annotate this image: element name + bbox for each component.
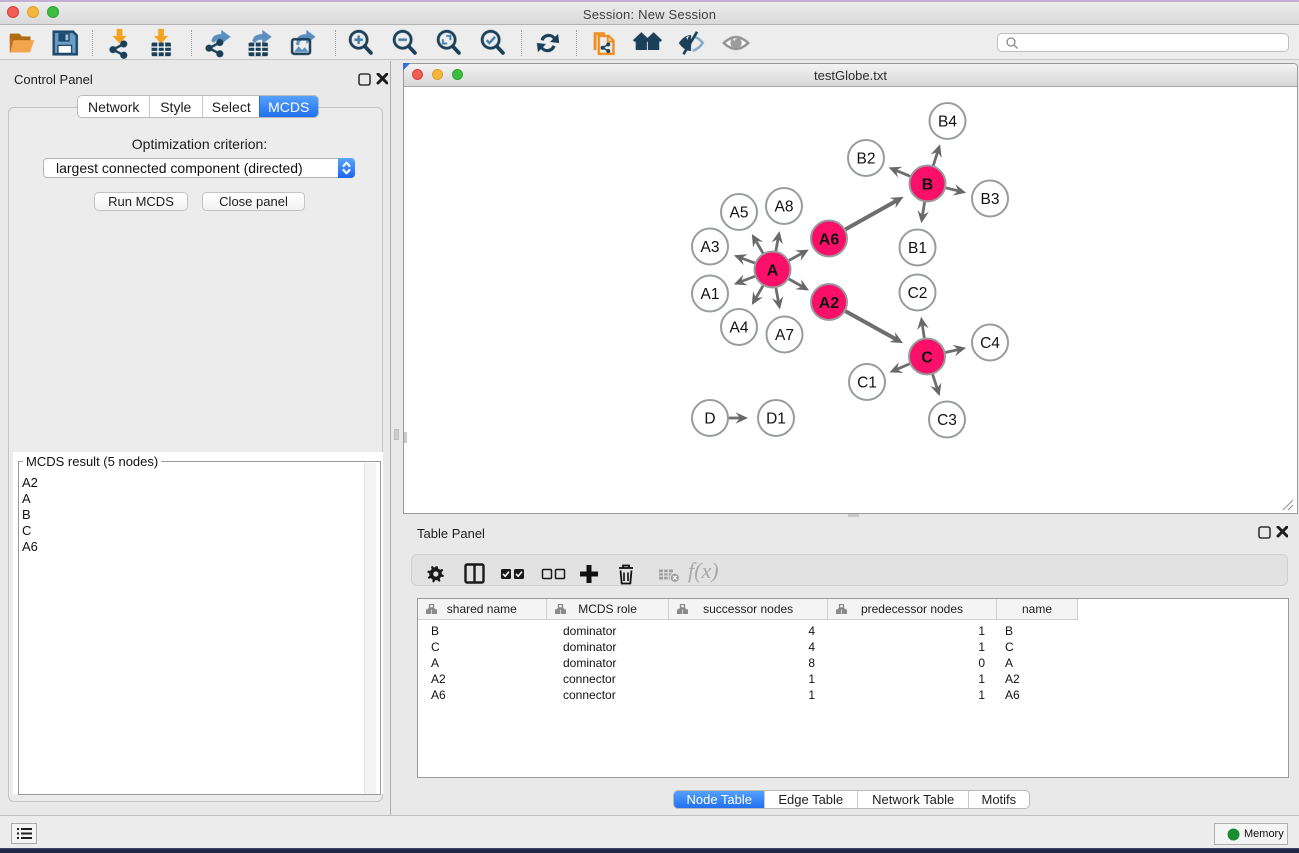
svg-text:D1: D1 xyxy=(766,411,786,428)
svg-text:B4: B4 xyxy=(938,114,957,131)
svg-text:C: C xyxy=(921,349,933,366)
svg-text:A2: A2 xyxy=(819,295,840,312)
svg-text:A8: A8 xyxy=(775,199,794,216)
svg-text:C4: C4 xyxy=(980,335,1000,352)
svg-text:A: A xyxy=(767,262,779,279)
svg-text:A6: A6 xyxy=(819,231,840,248)
svg-text:A3: A3 xyxy=(701,239,720,256)
svg-text:D: D xyxy=(704,411,715,428)
svg-text:A4: A4 xyxy=(730,320,749,337)
svg-text:C1: C1 xyxy=(857,375,877,392)
svg-text:A5: A5 xyxy=(730,205,749,222)
svg-text:B3: B3 xyxy=(981,191,1000,208)
svg-text:C2: C2 xyxy=(908,285,928,302)
svg-text:B2: B2 xyxy=(857,151,876,168)
svg-text:B1: B1 xyxy=(908,240,927,257)
svg-text:C3: C3 xyxy=(937,412,957,429)
svg-text:A1: A1 xyxy=(701,286,720,303)
svg-text:A7: A7 xyxy=(775,327,794,344)
svg-text:B: B xyxy=(922,176,934,193)
